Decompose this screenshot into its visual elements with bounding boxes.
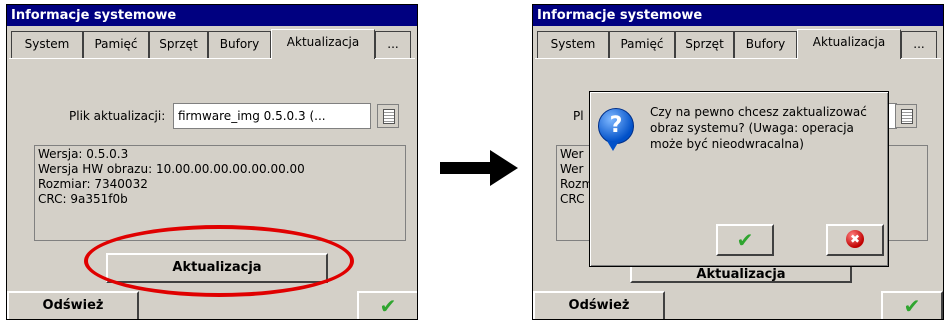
ok-button[interactable]: ✔ bbox=[881, 291, 943, 319]
tab-system[interactable]: System bbox=[537, 31, 609, 58]
window-title: Informacje systemowe bbox=[7, 5, 417, 26]
tab-bar: System Pamięć Sprzęt Bufory Aktualizacja… bbox=[11, 29, 413, 59]
close-icon: ✖ bbox=[846, 230, 864, 248]
dialog-yes-button[interactable]: ✔ bbox=[716, 224, 774, 256]
tab-bar: System Pamięć Sprzęt Bufory Aktualizacja… bbox=[537, 29, 939, 59]
checkmark-icon: ✔ bbox=[379, 294, 397, 318]
file-browse-button[interactable] bbox=[377, 104, 399, 128]
dialog-message: Czy na pewno chcesz zaktualizować obraz … bbox=[650, 105, 867, 151]
right-window: Informacje systemowe System Pamięć Sprzę… bbox=[532, 4, 944, 320]
tab-memory[interactable]: Pamięć bbox=[609, 31, 675, 58]
checkmark-icon: ✔ bbox=[736, 228, 754, 252]
tab-buffers[interactable]: Bufory bbox=[208, 31, 271, 58]
tab-hardware[interactable]: Sprzęt bbox=[149, 31, 208, 58]
tab-more[interactable]: ... bbox=[901, 31, 937, 58]
size-line: Rozmiar: 7340032 bbox=[38, 177, 148, 191]
tab-buffers[interactable]: Bufory bbox=[734, 31, 797, 58]
dialog-no-button[interactable]: ✖ bbox=[826, 224, 884, 256]
question-icon: ? bbox=[598, 108, 634, 151]
arrow-right-icon bbox=[440, 150, 518, 186]
tab-update[interactable]: Aktualizacja bbox=[271, 29, 375, 59]
file-browse-button[interactable] bbox=[895, 104, 917, 128]
tab-more[interactable]: ... bbox=[375, 31, 411, 58]
tab-update[interactable]: Aktualizacja bbox=[797, 29, 901, 59]
refresh-button[interactable]: Odśwież bbox=[7, 291, 139, 319]
hw-version-line: Wersja HW obrazu: 10.00.00.00.00.00.00.0… bbox=[38, 162, 305, 176]
ok-button[interactable]: ✔ bbox=[357, 291, 417, 319]
window-title: Informacje systemowe bbox=[533, 5, 943, 26]
refresh-button[interactable]: Odśwież bbox=[533, 291, 665, 319]
version-line: Wersja: 0.5.0.3 bbox=[38, 147, 129, 161]
tab-hardware[interactable]: Sprzęt bbox=[675, 31, 734, 58]
file-label: Pl bbox=[573, 109, 584, 123]
confirm-dialog: ? Czy na pewno chcesz zaktualizować obra… bbox=[589, 91, 889, 267]
checkmark-icon: ✔ bbox=[903, 294, 921, 318]
tab-memory[interactable]: Pamięć bbox=[83, 31, 149, 58]
crc-line: CRC: 9a351f0b bbox=[38, 192, 128, 206]
file-field[interactable]: firmware_img 0.5.0.3 (... bbox=[173, 103, 371, 129]
tab-system[interactable]: System bbox=[11, 31, 83, 58]
file-label: Plik aktualizacji: bbox=[69, 109, 166, 123]
highlight-ellipse bbox=[84, 225, 354, 297]
